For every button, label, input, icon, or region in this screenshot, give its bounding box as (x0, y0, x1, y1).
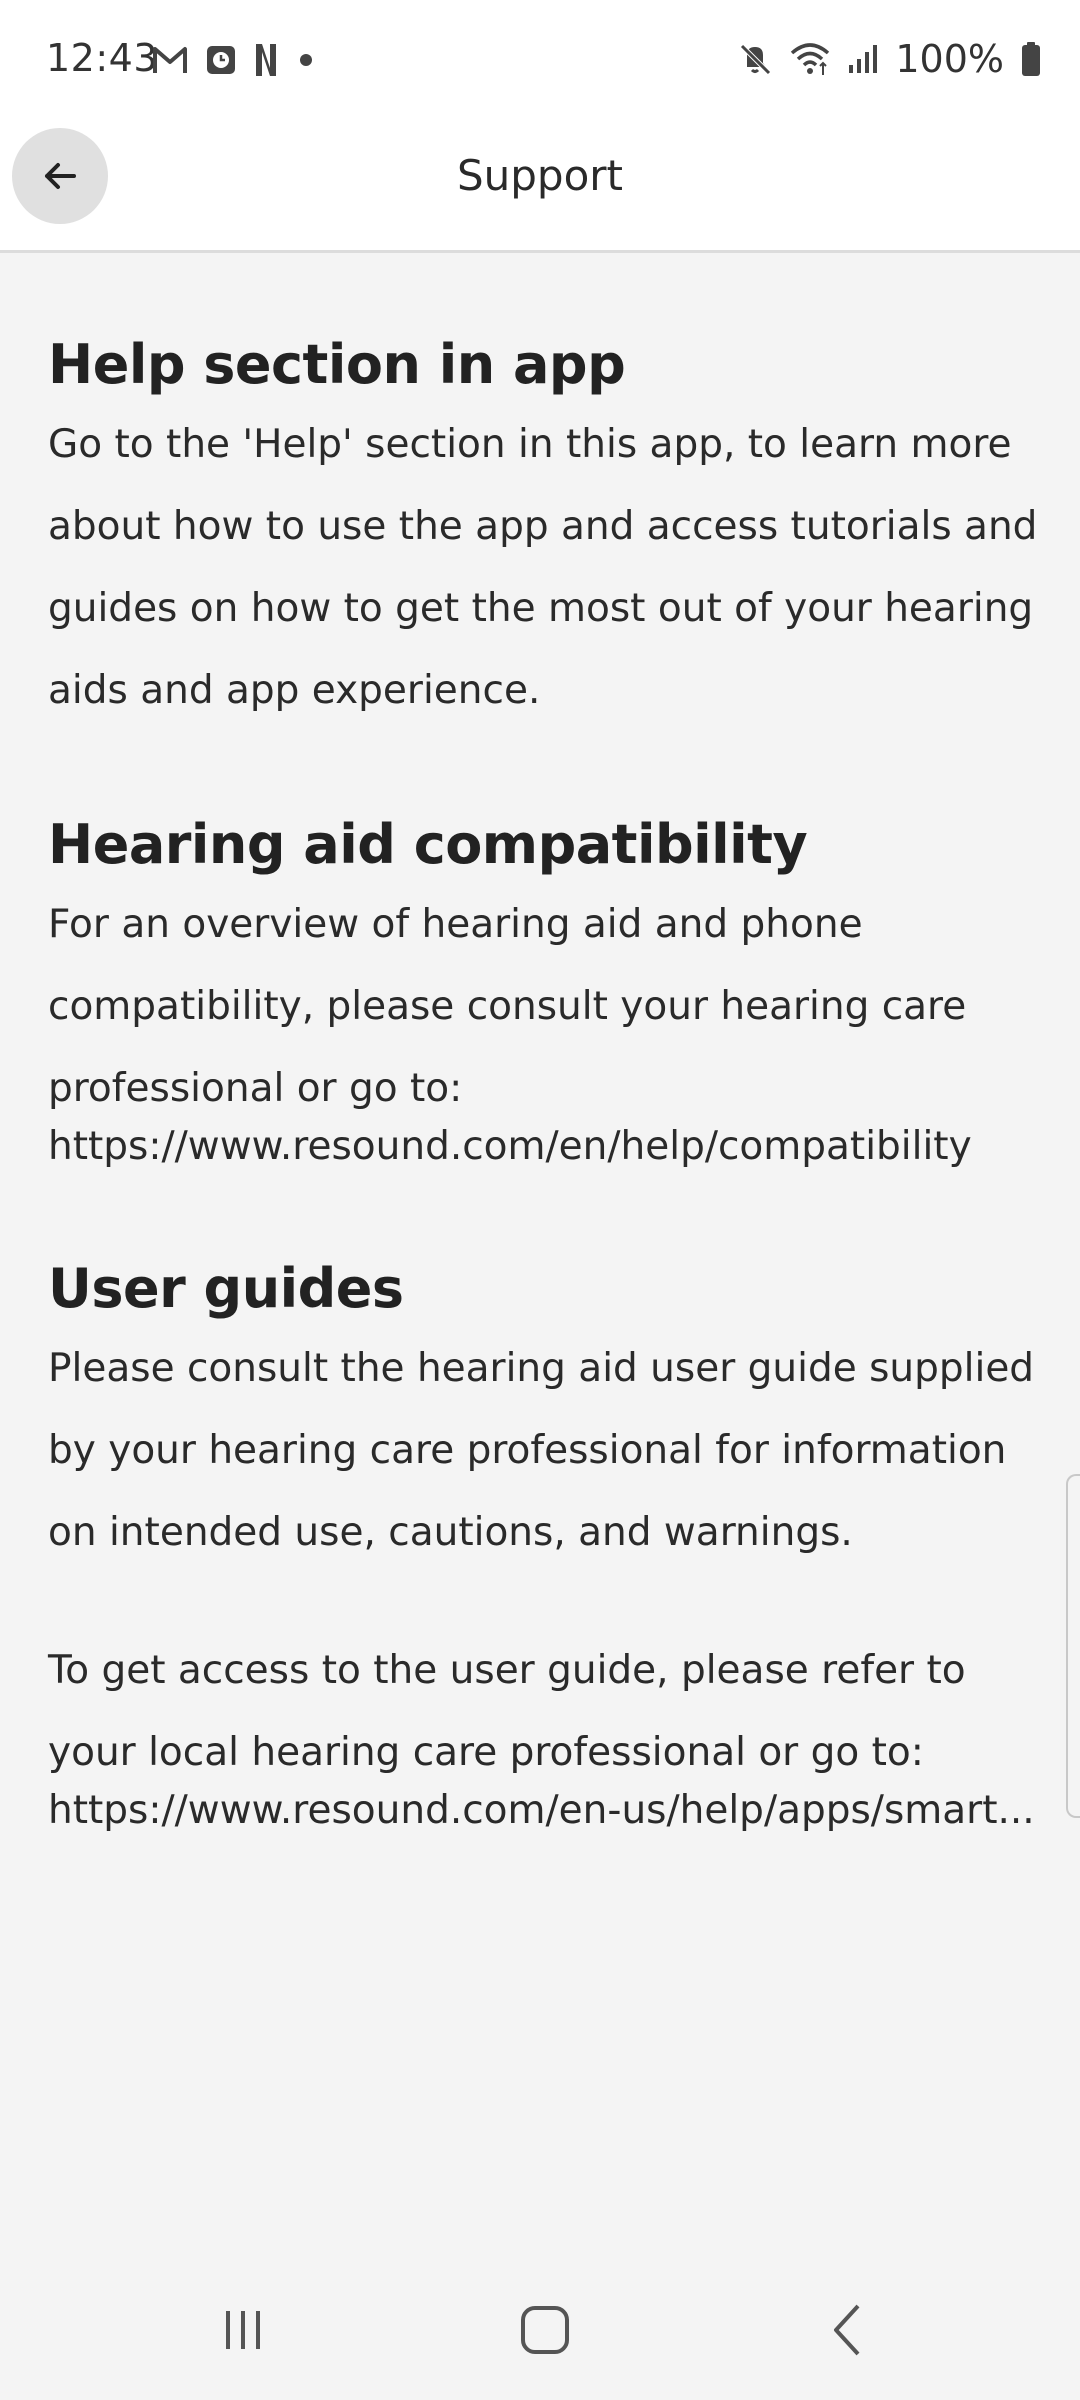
user-guides-link[interactable]: https://www.resound.com/en-us/help/apps/… (48, 1782, 1038, 1840)
user-guides-body: Please consult the hearing aid user guid… (48, 1346, 1035, 1555)
notification-icons (152, 40, 316, 80)
compatibility-section-heading: Hearing aid compatibility (48, 813, 808, 876)
netflix-icon (254, 42, 278, 78)
gmail-icon (152, 45, 188, 75)
user-guides-section: User guides Please consult the hearing a… (48, 1254, 1038, 1840)
scroll-handle[interactable] (1066, 1474, 1080, 1818)
help-section: Help section in app Go to the 'Help' sec… (48, 330, 1038, 732)
system-back-button[interactable] (788, 2280, 908, 2380)
support-content: Help section in app Go to the 'Help' sec… (48, 330, 1038, 1918)
recent-apps-button[interactable] (183, 2280, 303, 2380)
mute-icon (737, 41, 773, 77)
compatibility-section-body: For an overview of hearing aid and phone… (48, 902, 967, 1111)
back-icon (828, 2302, 868, 2358)
arrow-left-icon (40, 156, 80, 196)
help-section-body: Go to the 'Help' section in this app, to… (48, 422, 1038, 713)
home-icon (519, 2304, 571, 2356)
battery-icon (1020, 41, 1042, 77)
compatibility-link[interactable]: https://www.resound.com/en/help/compatib… (48, 1118, 1038, 1176)
home-button[interactable] (485, 2280, 605, 2380)
system-status: 100% (737, 36, 1042, 82)
status-time: 12:43 (46, 36, 159, 80)
app-bar: Support (0, 120, 1080, 253)
page-title: Support (456, 151, 624, 200)
user-guides-heading: User guides (48, 1257, 404, 1320)
user-guides-access-body: To get access to the user guide, please … (48, 1648, 966, 1775)
battery-percentage: 100% (895, 37, 1004, 81)
compatibility-section: Hearing aid compatibility For an overvie… (48, 810, 1038, 1176)
back-button[interactable] (12, 128, 108, 224)
wifi-icon (789, 41, 831, 77)
help-section-heading: Help section in app (48, 333, 626, 396)
status-bar: 12:43 100% (0, 0, 1080, 120)
dot-icon (296, 50, 316, 70)
clock-app-icon (206, 45, 236, 75)
navigation-bar (0, 2260, 1080, 2400)
recent-apps-icon (218, 2305, 268, 2355)
signal-icon (847, 43, 879, 75)
